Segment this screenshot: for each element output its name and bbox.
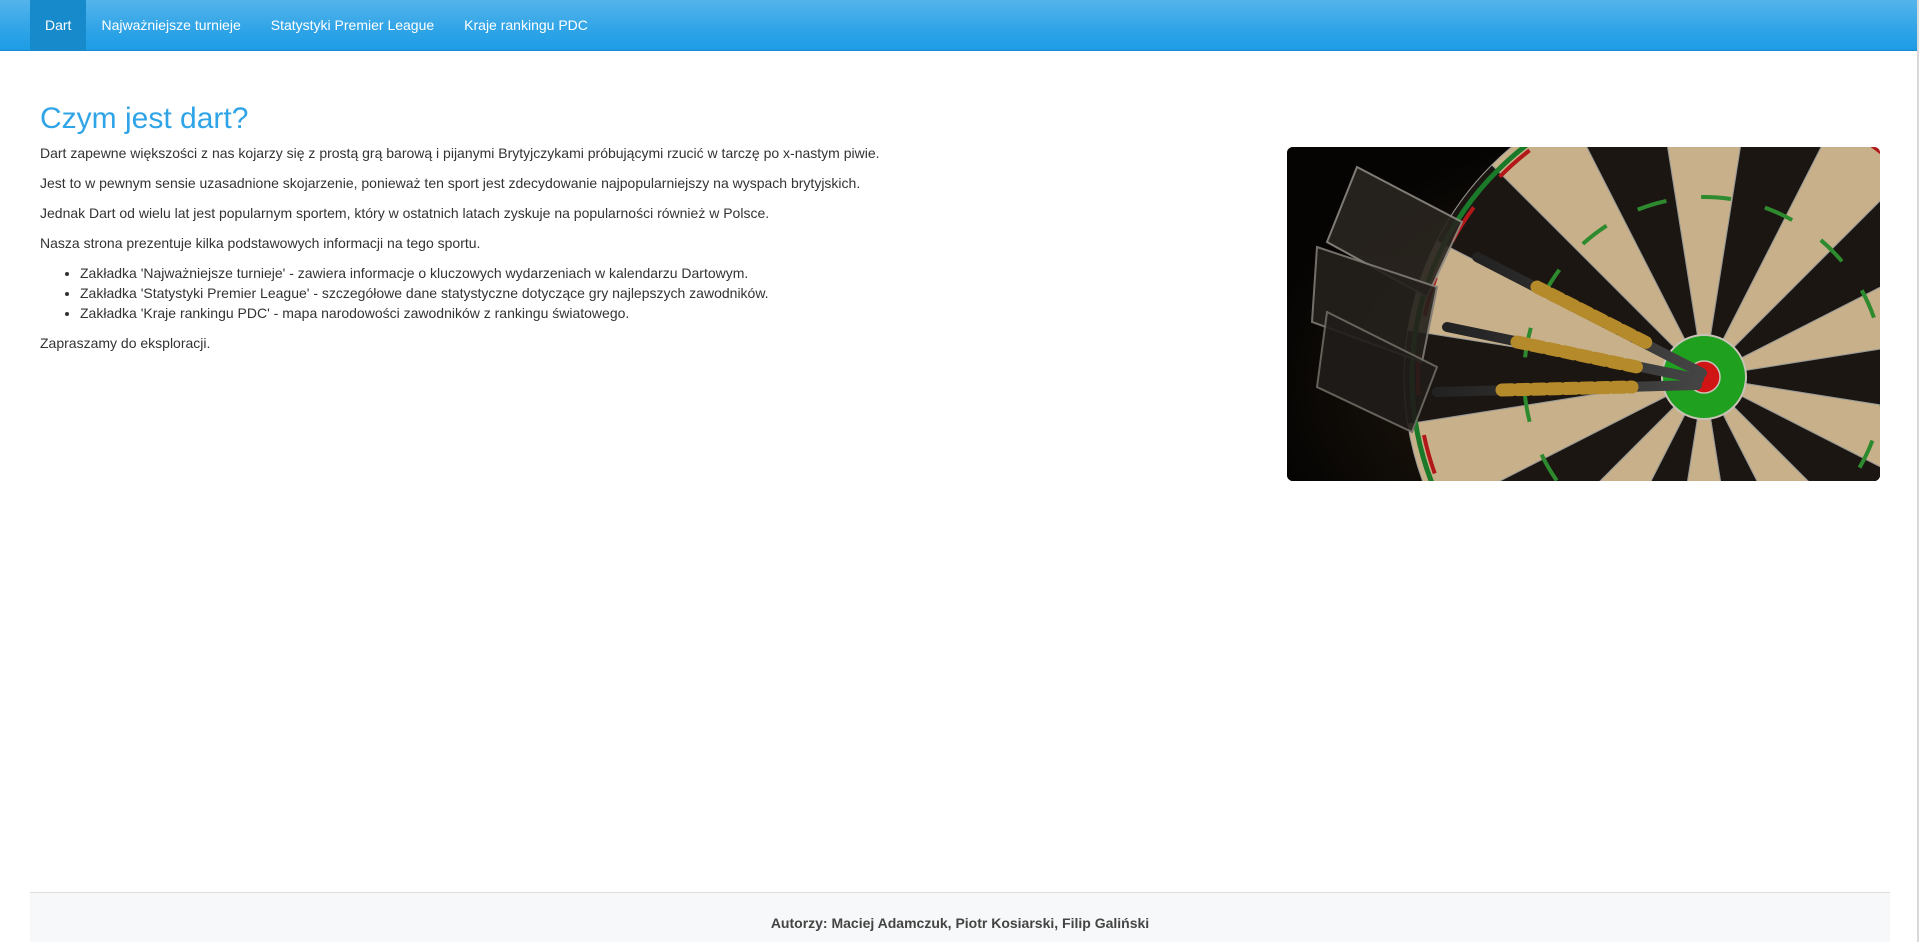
dartboard-illustration: [1287, 147, 1880, 481]
nav-item-premier-league-stats[interactable]: Statystyki Premier League: [256, 0, 449, 50]
dartboard-image: [1287, 147, 1880, 481]
footer-authors: Autorzy: Maciej Adamczuk, Piotr Kosiarsk…: [770, 915, 1150, 931]
main-nav: Dart Najważniejsze turnieje Statystyki P…: [30, 0, 603, 50]
intro-paragraph-2: Jest to w pewnym sensie uzasadnione skoj…: [40, 175, 861, 191]
nav-item-pdc-ranking-countries[interactable]: Kraje rankingu PDC: [449, 0, 603, 50]
intro-paragraph-3: Jednak Dart od wielu lat jest popularnym…: [40, 205, 770, 221]
nav-item-dart[interactable]: Dart: [30, 0, 87, 50]
intro-paragraph-1: Dart zapewne większości z nas kojarzy si…: [40, 145, 880, 161]
nav-item-tournaments[interactable]: Najważniejsze turnieje: [86, 0, 255, 50]
top-navbar: Dart Najważniejsze turnieje Statystyki P…: [0, 0, 1919, 51]
list-item: Zakładka 'Kraje rankingu PDC' - mapa nar…: [80, 303, 1220, 323]
list-item: Zakładka 'Najważniejsze turnieje' - zawi…: [80, 263, 1220, 283]
footer: Autorzy: Maciej Adamczuk, Piotr Kosiarsk…: [30, 892, 1890, 942]
tab-description-list: Zakładka 'Najważniejsze turnieje' - zawi…: [80, 263, 1220, 323]
main-content: Czym jest dart? Dart zapewne większości …: [40, 100, 1220, 363]
intro-paragraph-4: Nasza strona prezentuje kilka podstawowy…: [40, 235, 481, 251]
list-item: Zakładka 'Statystyki Premier League' - s…: [80, 283, 1220, 303]
page-title: Czym jest dart?: [40, 102, 249, 135]
closing-paragraph: Zapraszamy do eksploracji.: [40, 335, 211, 351]
